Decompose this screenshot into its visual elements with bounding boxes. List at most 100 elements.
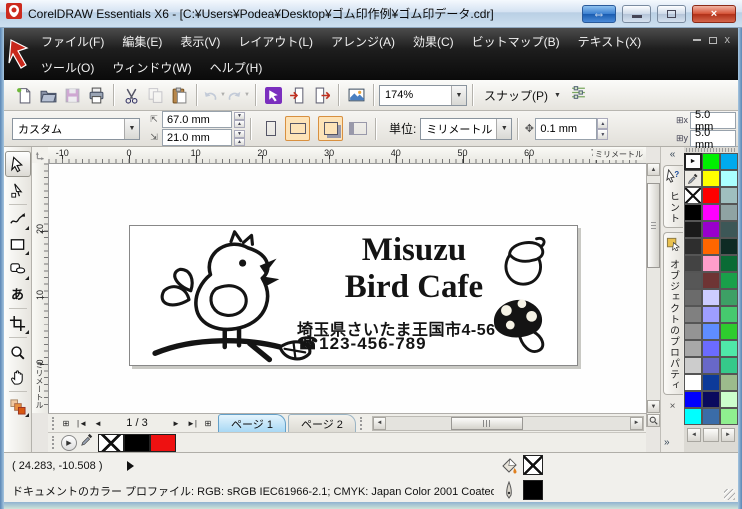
palette-eyedropper-icon[interactable] — [684, 170, 702, 187]
options-button[interactable] — [567, 83, 591, 107]
drag-handle[interactable] — [52, 416, 54, 430]
basic-shapes-tool[interactable] — [6, 257, 30, 281]
all-pages-button[interactable] — [318, 116, 343, 141]
palette-swatch[interactable] — [684, 238, 702, 255]
palette-swatch[interactable] — [702, 255, 720, 272]
palette-swatch[interactable] — [720, 323, 738, 340]
palette-scroll-left-icon[interactable]: ◄ — [687, 428, 701, 442]
acorn-illustration[interactable] — [498, 233, 552, 294]
no-color-swatch[interactable] — [98, 433, 124, 452]
palette-swatch[interactable] — [720, 221, 738, 238]
palette-swatch[interactable] — [720, 391, 738, 408]
page-height-spinner[interactable]: ▼ ▲ — [234, 129, 245, 146]
palette-swatch[interactable] — [702, 323, 720, 340]
palette-swatch[interactable] — [720, 272, 738, 289]
palette-swatch[interactable] — [684, 255, 702, 272]
import-button[interactable] — [285, 83, 309, 107]
last-page-button[interactable]: ►| — [184, 416, 200, 431]
page-preset-combobox[interactable]: カスタム ▼ — [12, 117, 140, 140]
menu-help[interactable]: ヘルプ(H) — [201, 56, 272, 79]
units-combobox[interactable]: ミリメートル ▼ — [420, 117, 513, 140]
zoom-level-combobox[interactable]: 174% ▼ — [379, 84, 467, 106]
paste-button[interactable] — [167, 83, 191, 107]
duplicate-y-field[interactable]: 5.0 mm — [690, 127, 736, 151]
search-content-button[interactable] — [261, 83, 285, 107]
palette-swatch[interactable] — [720, 289, 738, 306]
text-tool[interactable]: あ — [6, 282, 30, 306]
expand-palette-button[interactable]: » — [664, 437, 670, 448]
vertical-ruler[interactable]: ミリメートル 20 10 0 — [32, 163, 49, 413]
palette-swatch[interactable] — [720, 238, 738, 255]
palette-swatch[interactable] — [684, 408, 702, 425]
vertical-scrollbar[interactable]: ▲ ▼ — [646, 163, 660, 427]
horizontal-scroll-thumb[interactable] — [450, 416, 523, 430]
ruler-origin-button[interactable] — [32, 147, 49, 164]
palette-swatch[interactable] — [702, 221, 720, 238]
page-tab-1[interactable]: ページ 1 — [218, 414, 286, 432]
resize-grip[interactable] — [724, 489, 735, 500]
drag-handle[interactable] — [52, 436, 54, 449]
cut-button[interactable] — [119, 83, 143, 107]
interactive-fill-tool[interactable] — [6, 394, 30, 418]
minimize-button[interactable] — [622, 4, 651, 23]
color-swatch[interactable] — [124, 433, 150, 452]
portrait-button[interactable] — [258, 116, 283, 141]
palette-swatch[interactable] — [702, 170, 720, 187]
previous-page-button[interactable]: ◄ — [90, 416, 106, 431]
close-button[interactable]: × — [692, 4, 736, 23]
palette-swatch[interactable] — [702, 238, 720, 255]
palette-scroll-right-icon[interactable]: ► — [721, 428, 735, 442]
pan-tool[interactable] — [6, 365, 30, 389]
nudge-spinner[interactable]: ▲ ▼ — [597, 117, 609, 140]
palette-swatch[interactable] — [720, 187, 738, 204]
new-document-button[interactable] — [12, 83, 36, 107]
next-page-button[interactable]: ► — [168, 416, 184, 431]
menu-file[interactable]: ファイル(F) — [32, 30, 113, 53]
page-width-field[interactable]: 67.0 mm — [162, 111, 232, 128]
document-page[interactable]: Misuzu Bird Cafe 埼玉県さいたま王国市4-56 ☎123-456… — [129, 225, 578, 366]
palette-swatch[interactable] — [720, 170, 738, 187]
mushroom-illustration[interactable] — [488, 294, 550, 363]
palette-swatch[interactable] — [684, 289, 702, 306]
palette-swatch[interactable] — [702, 374, 720, 391]
undo-button[interactable]: ▼ — [202, 83, 226, 107]
palette-swatch[interactable] — [702, 357, 720, 374]
palette-swatch[interactable] — [702, 153, 720, 170]
palette-swatch[interactable] — [720, 340, 738, 357]
palette-swatch[interactable] — [720, 408, 738, 425]
fill-color-swatch[interactable] — [523, 455, 543, 475]
switcher-button[interactable]: ⇔ — [582, 4, 616, 23]
child-restore-icon[interactable] — [708, 36, 717, 44]
snap-dropdown[interactable]: スナップ(P) ▼ — [478, 87, 567, 104]
menu-layout[interactable]: レイアウト(L) — [229, 30, 322, 53]
palette-swatch[interactable] — [684, 391, 702, 408]
menu-bitmaps[interactable]: ビットマップ(B) — [463, 30, 569, 53]
color-swatch[interactable] — [150, 433, 176, 452]
palette-swatch[interactable] — [702, 306, 720, 323]
add-page-before-button[interactable]: ⊞ — [58, 416, 74, 431]
menu-tools[interactable]: ツール(O) — [32, 56, 103, 79]
vertical-scroll-thumb[interactable] — [647, 183, 660, 268]
palette-flyout-button[interactable]: ► — [684, 153, 702, 170]
palette-swatch[interactable] — [684, 306, 702, 323]
palette-swatch[interactable] — [702, 289, 720, 306]
palette-swatch[interactable] — [702, 204, 720, 221]
menu-text[interactable]: テキスト(X) — [569, 30, 651, 53]
open-button[interactable] — [36, 83, 60, 107]
menu-edit[interactable]: 編集(E) — [113, 30, 171, 53]
palette-swatch[interactable] — [720, 255, 738, 272]
child-close-icon[interactable]: x — [725, 34, 731, 46]
outline-color-swatch[interactable] — [523, 480, 543, 500]
palette-swatch[interactable] — [720, 153, 738, 170]
menu-window[interactable]: ウィンドウ(W) — [103, 56, 200, 79]
palette-swatch[interactable] — [684, 323, 702, 340]
nudge-offset-field[interactable]: 0.1 mm — [535, 117, 598, 140]
palette-swatch[interactable] — [720, 374, 738, 391]
landscape-button[interactable] — [285, 116, 310, 141]
palette-swatch[interactable] — [702, 187, 720, 204]
collapse-dockers-button[interactable]: « — [664, 147, 682, 161]
scroll-up-icon[interactable]: ▲ — [647, 163, 660, 176]
palette-swatch[interactable] — [720, 306, 738, 323]
export-button[interactable] — [309, 83, 333, 107]
menu-view[interactable]: 表示(V) — [171, 30, 229, 53]
